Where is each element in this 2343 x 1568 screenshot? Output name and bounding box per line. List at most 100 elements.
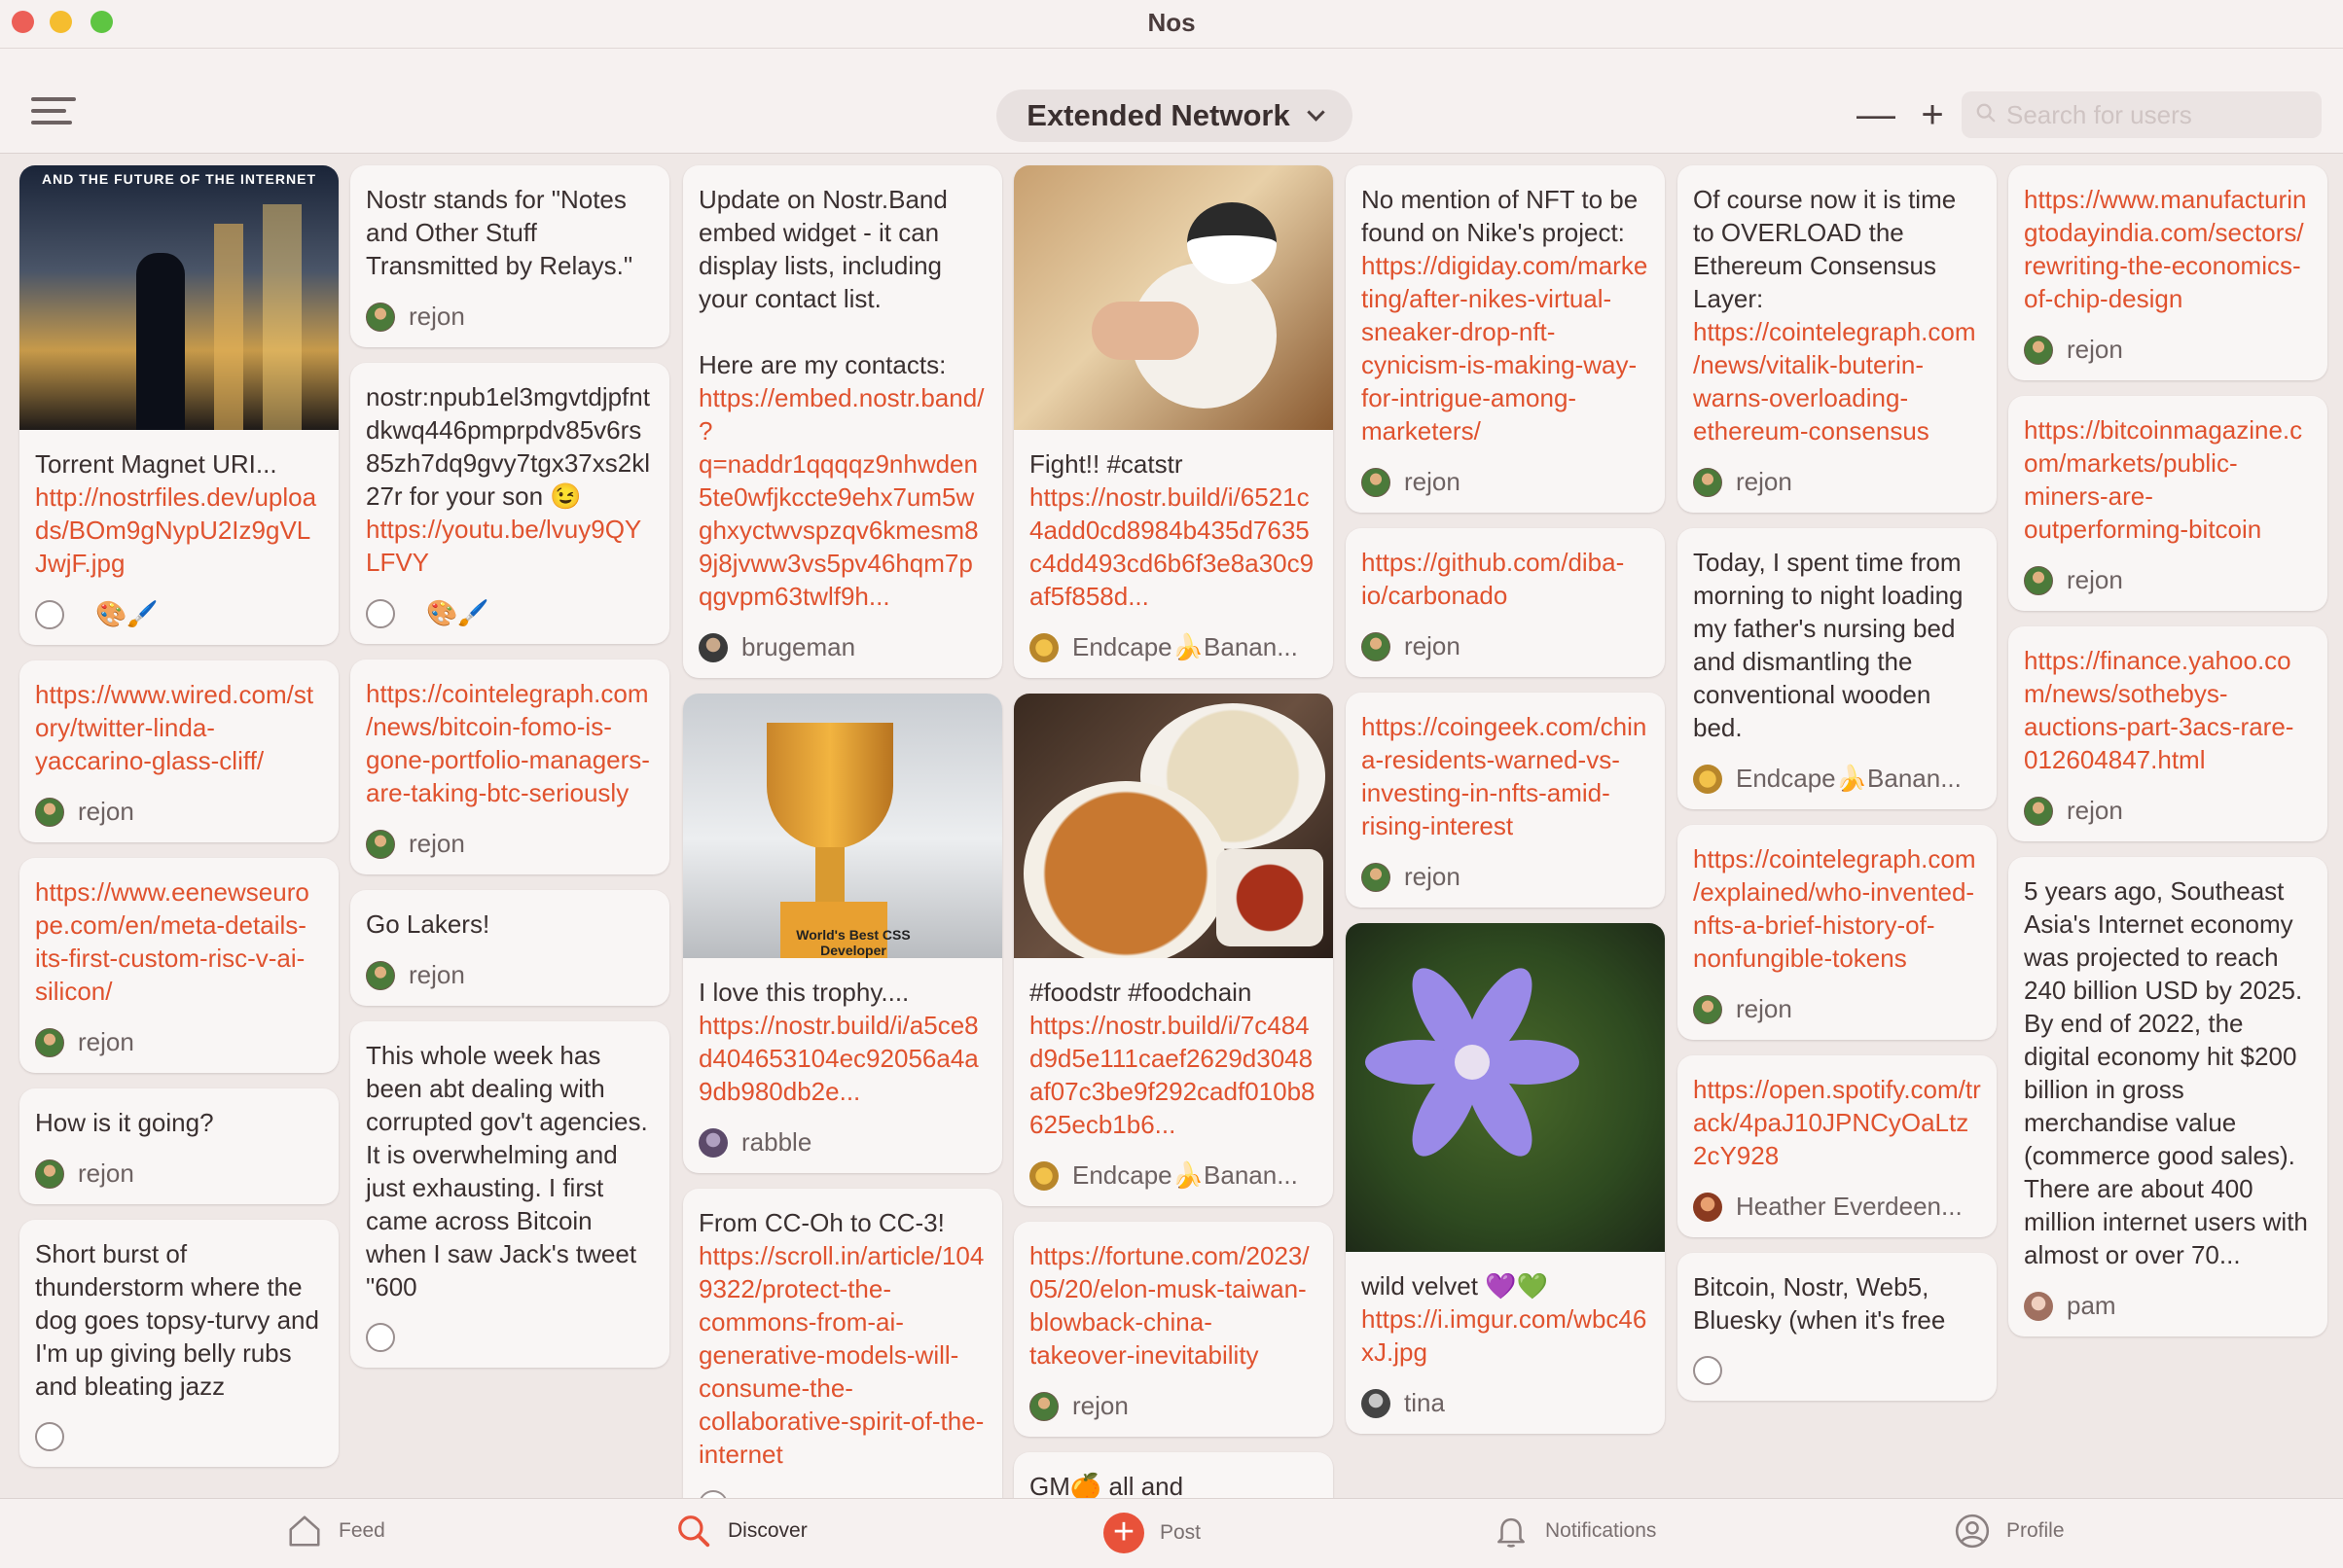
note-link[interactable]: https://fortune.com/2023/05/20/elon-musk… <box>1029 1241 1310 1370</box>
note-author[interactable]: rejon <box>1014 1381 1333 1437</box>
note-card[interactable]: No mention of NFT to be found on Nike's … <box>1346 165 1665 513</box>
note-link[interactable]: https://nostr.build/i/a5ce8d404653104ec9… <box>699 1011 979 1106</box>
note-link[interactable]: https://scroll.in/article/1049322/protec… <box>699 1241 984 1469</box>
tab-discover[interactable]: Discover <box>675 1513 808 1550</box>
note-author[interactable]: rejon <box>19 1149 339 1204</box>
note-card[interactable]: https://www.eenewseurope.com/en/meta-det… <box>19 858 339 1073</box>
note-card[interactable]: This whole week has been abt dealing wit… <box>350 1021 669 1368</box>
note-author[interactable]: brugeman <box>683 623 1002 678</box>
note-card[interactable]: https://cointelegraph.com/explained/who-… <box>1677 825 1997 1040</box>
note-card[interactable]: #foodstr #foodchain https://nostr.build/… <box>1014 694 1333 1206</box>
note-author[interactable]: tina <box>1346 1378 1665 1434</box>
note-author[interactable] <box>1677 1346 1997 1401</box>
note-link[interactable]: https://nostr.build/i/6521c4add0cd8984b4… <box>1029 482 1314 611</box>
note-author[interactable]: rejon <box>350 819 669 874</box>
note-card[interactable]: Bitcoin, Nostr, Web5, Bluesky (when it's… <box>1677 1253 1997 1401</box>
avatar[interactable] <box>1693 1192 1722 1222</box>
note-link[interactable]: https://www.manufacturingtodayindia.com/… <box>2024 185 2306 313</box>
note-card[interactable]: GM🍊 all and <box>1014 1452 1333 1498</box>
avatar[interactable] <box>2024 796 2053 826</box>
note-card[interactable]: https://coingeek.com/china-residents-war… <box>1346 693 1665 908</box>
avatar[interactable] <box>2024 335 2053 365</box>
avatar[interactable] <box>366 829 395 859</box>
avatar[interactable] <box>35 599 64 629</box>
note-card[interactable]: Short burst of thunderstorm where the do… <box>19 1220 339 1467</box>
avatar[interactable] <box>366 598 395 628</box>
note-author[interactable]: rejon <box>1346 457 1665 513</box>
tab-post[interactable]: + Post <box>1103 1513 1201 1553</box>
note-card[interactable]: https://finance.yahoo.com/news/sothebys-… <box>2008 626 2327 841</box>
avatar[interactable] <box>35 797 64 827</box>
note-card[interactable]: https://cointelegraph.com/news/bitcoin-f… <box>350 659 669 874</box>
note-card[interactable]: Go Lakers! rejon <box>350 890 669 1006</box>
tab-profile[interactable]: Profile <box>1954 1513 2065 1550</box>
avatar[interactable] <box>699 632 728 662</box>
note-author[interactable]: Heather Everdeen... <box>1677 1182 1997 1237</box>
note-author[interactable]: rejon <box>19 1017 339 1073</box>
note-card[interactable]: https://github.com/diba-io/carbonado rejo… <box>1346 528 1665 677</box>
trophy-image[interactable]: World's Best CSS Developer <box>683 694 1002 958</box>
note-author[interactable]: rejon <box>1677 984 1997 1040</box>
avatar[interactable] <box>366 302 395 332</box>
note-link[interactable]: https://cointelegraph.com/news/bitcoin-f… <box>366 679 650 807</box>
note-author[interactable]: 🎨🖌️ <box>19 589 339 645</box>
avatar[interactable] <box>1361 631 1390 661</box>
avatar[interactable] <box>699 1490 728 1498</box>
note-author[interactable]: Endcape🍌Banan... <box>1677 754 1997 809</box>
note-card[interactable]: 5 years ago, Southeast Asia's Internet e… <box>2008 857 2327 1336</box>
note-card[interactable]: From CC-Oh to CC-3! https://scroll.in/ar… <box>683 1189 1002 1498</box>
avatar[interactable] <box>1361 467 1390 497</box>
search-input[interactable] <box>2006 97 2308 132</box>
avatar[interactable] <box>2024 1291 2053 1321</box>
note-author[interactable]: rejon <box>19 787 339 842</box>
ramen-image[interactable] <box>1014 694 1333 958</box>
note-card[interactable]: https://www.manufacturingtodayindia.com/… <box>2008 165 2327 380</box>
avatar[interactable] <box>1029 1391 1059 1421</box>
note-author[interactable]: rejon <box>2008 555 2327 611</box>
note-card[interactable]: Of course now it is time to OVERLOAD the… <box>1677 165 1997 513</box>
note-link[interactable]: https://github.com/diba-io/carbonado <box>1361 548 1624 610</box>
note-author[interactable]: rejon <box>350 292 669 347</box>
note-author[interactable] <box>19 1412 339 1467</box>
note-card[interactable]: Nostr stands for "Notes and Other Stuff … <box>350 165 669 347</box>
note-author[interactable]: rejon <box>1677 457 1997 513</box>
note-link[interactable]: https://bitcoinmagazine.com/markets/publ… <box>2024 415 2302 544</box>
avatar[interactable] <box>1361 862 1390 892</box>
note-author[interactable]: rejon <box>350 950 669 1006</box>
note-link[interactable]: https://cointelegraph.com/news/vitalik-b… <box>1693 317 1976 445</box>
zoom-in-button[interactable]: + <box>1913 95 1952 136</box>
note-author[interactable]: rejon <box>1346 852 1665 908</box>
note-card[interactable]: wild velvet 💜💚 https://i.imgur.com/wbc46… <box>1346 923 1665 1434</box>
hamburger-menu-icon[interactable] <box>31 97 76 132</box>
note-link[interactable]: https://i.imgur.com/wbc46xJ.jpg <box>1361 1304 1646 1367</box>
note-card[interactable]: https://open.spotify.com/track/4paJ10JPN… <box>1677 1055 1997 1237</box>
note-link[interactable]: https://finance.yahoo.com/news/sothebys-… <box>2024 646 2293 774</box>
cat-image[interactable] <box>1014 165 1333 430</box>
avatar[interactable] <box>1029 632 1059 662</box>
city-image[interactable]: AND THE FUTURE OF THE INTERNET <box>19 165 339 430</box>
note-card[interactable]: Fight!! #catstr https://nostr.build/i/65… <box>1014 165 1333 678</box>
avatar[interactable] <box>35 1158 64 1189</box>
note-link[interactable]: https://digiday.com/marketing/after-nike… <box>1361 251 1647 445</box>
note-author[interactable]: rejon <box>2008 325 2327 380</box>
feed-source-selector[interactable]: Extended Network <box>996 89 1352 142</box>
avatar[interactable] <box>1693 994 1722 1024</box>
note-link[interactable]: https://www.wired.com/story/twitter-lind… <box>35 680 313 775</box>
note-link[interactable]: https://embed.nostr.band/?q=naddr1qqqqz9… <box>699 383 984 611</box>
avatar[interactable] <box>699 1127 728 1158</box>
avatar[interactable] <box>1693 467 1722 497</box>
note-link[interactable]: https://coingeek.com/china-residents-war… <box>1361 712 1646 840</box>
note-link[interactable]: https://open.spotify.com/track/4paJ10JPN… <box>1693 1075 1981 1170</box>
note-author[interactable]: rabble <box>683 1118 1002 1173</box>
note-card[interactable]: World's Best CSS Developer I love this tr… <box>683 694 1002 1173</box>
note-author[interactable]: rejon <box>2008 786 2327 841</box>
note-card[interactable]: https://www.wired.com/story/twitter-lind… <box>19 660 339 842</box>
note-author[interactable]: pam <box>2008 1281 2327 1336</box>
avatar[interactable] <box>1361 1388 1390 1418</box>
note-author[interactable]: rejon <box>1346 622 1665 677</box>
note-card[interactable]: Update on Nostr.Band embed widget - it c… <box>683 165 1002 678</box>
note-card[interactable]: Today, I spent time from morning to nigh… <box>1677 528 1997 809</box>
note-author[interactable]: 🎨🖌️ <box>350 588 669 644</box>
note-card[interactable]: https://bitcoinmagazine.com/markets/publ… <box>2008 396 2327 611</box>
avatar[interactable] <box>1029 1160 1059 1191</box>
